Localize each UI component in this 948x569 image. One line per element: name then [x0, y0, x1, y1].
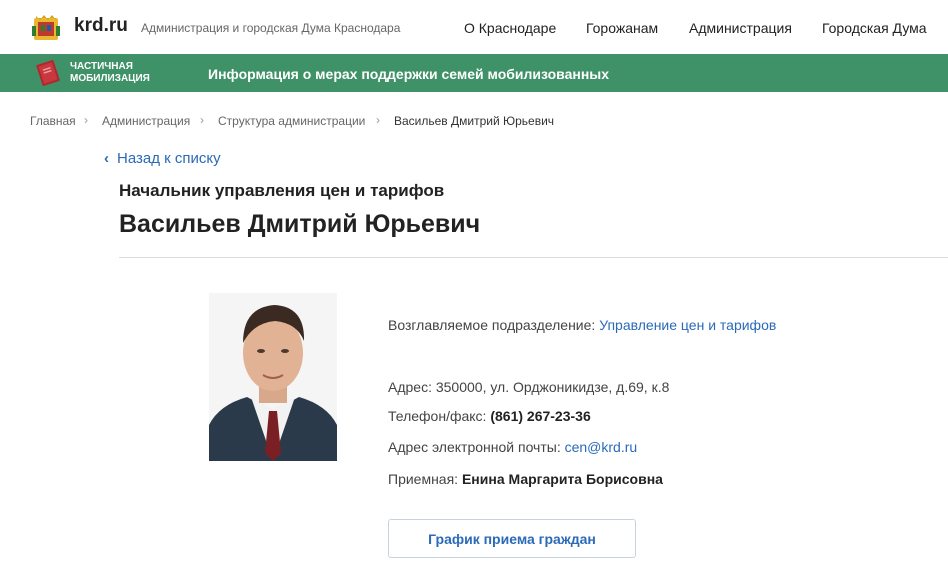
- back-to-list-link[interactable]: ‹ Назад к списку: [104, 150, 221, 167]
- nav-item-about[interactable]: О Краснодаре: [464, 20, 556, 36]
- phone-row: Телефон/факс: (861) 267-23-36: [388, 408, 591, 424]
- reception-value: Енина Маргарита Борисовна: [461, 471, 663, 487]
- breadcrumb-item-administration[interactable]: Администрация: [102, 114, 190, 128]
- breadcrumb-separator-icon: ›: [84, 113, 88, 127]
- person-photo: [209, 293, 337, 461]
- breadcrumb-item-current: Васильев Дмитрий Юрьевич: [394, 114, 555, 128]
- email-label: Адрес электронной почты:: [388, 439, 561, 455]
- divider: [119, 257, 948, 258]
- breadcrumb-item-home[interactable]: Главная: [30, 114, 76, 128]
- site-subtitle: Администрация и городская Дума Краснодар…: [141, 21, 401, 35]
- banner-text[interactable]: Информация о мерах поддержки семей мобил…: [208, 66, 609, 82]
- reception-row: Приемная: Енина Маргарита Борисовна: [388, 471, 663, 487]
- phone-value: (861) 267-23-36: [490, 408, 591, 424]
- email-link[interactable]: cen@krd.ru: [565, 439, 638, 455]
- banner-label: Частичная мобилизация: [70, 61, 150, 85]
- department-row: Возглавляемое подразделение: Управление …: [388, 317, 776, 333]
- person-name: Васильев Дмитрий Юрьевич: [119, 210, 481, 238]
- back-to-list-label: Назад к списку: [117, 150, 221, 167]
- address-value: 350000, ул. Орджоникидзе, д.69, к.8: [435, 379, 670, 395]
- chevron-left-icon: ‹: [104, 150, 109, 167]
- person-position: Начальник управления цен и тарифов: [119, 181, 445, 200]
- breadcrumb-separator-icon: ›: [200, 113, 204, 127]
- banner-label-line1: Частичная: [70, 61, 133, 72]
- nav-item-administration[interactable]: Администрация: [689, 20, 792, 36]
- breadcrumb-item-structure[interactable]: Структура администрации: [218, 114, 365, 128]
- department-label: Возглавляемое подразделение:: [388, 317, 596, 333]
- site-header: krd.ru Администрация и городская Дума Кр…: [0, 0, 948, 54]
- breadcrumb-separator-icon: ›: [376, 113, 380, 127]
- banner-label-line2: мобилизация: [70, 73, 150, 84]
- city-coat-of-arms-icon[interactable]: [30, 12, 62, 44]
- mobilization-banner[interactable]: Частичная мобилизация Информация о мерах…: [0, 54, 948, 92]
- nav-item-citizens[interactable]: Горожанам: [586, 20, 658, 36]
- address-label: Адрес:: [388, 379, 432, 395]
- phone-label: Телефон/факс:: [388, 408, 487, 424]
- address-row: Адрес: 350000, ул. Орджоникидзе, д.69, к…: [388, 379, 669, 395]
- department-link[interactable]: Управление цен и тарифов: [599, 317, 776, 333]
- reception-label: Приемная:: [388, 471, 459, 487]
- reception-schedule-button[interactable]: График приема граждан: [388, 519, 636, 558]
- email-row: Адрес электронной почты: cen@krd.ru: [388, 439, 637, 455]
- red-book-icon: [36, 60, 60, 86]
- site-name[interactable]: krd.ru: [74, 15, 128, 37]
- nav-item-city-duma[interactable]: Городская Дума: [822, 20, 927, 36]
